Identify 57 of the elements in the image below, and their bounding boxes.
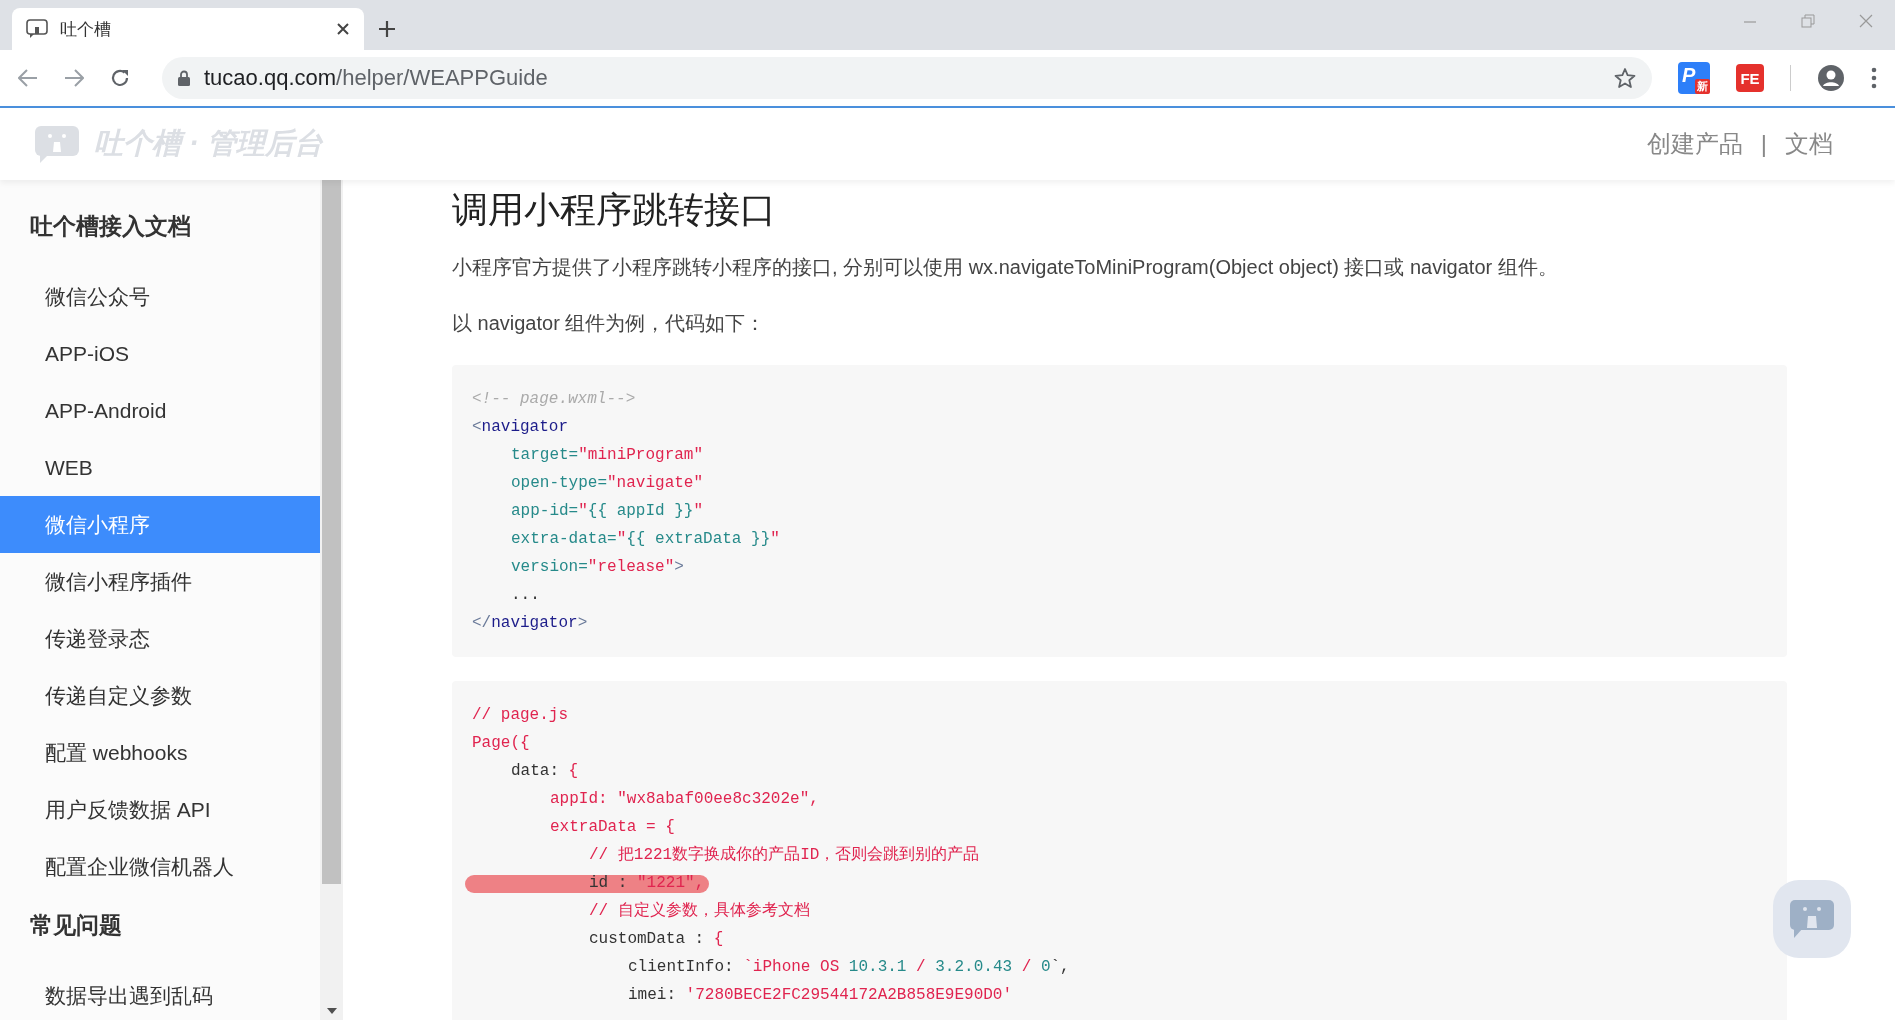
code-line: Page({ (472, 733, 531, 754)
code-line: data: { (511, 761, 580, 782)
code-line: <!-- page.wxml--> (472, 389, 637, 410)
chat-bubble-icon (26, 19, 48, 39)
sidebar-item[interactable]: 微信小程序插件 (0, 553, 320, 610)
code-line: imei: '7280BECE2FC29544172A2B858E9E90D0' (628, 985, 1014, 1006)
code-line: ... (511, 585, 541, 606)
menu-icon[interactable] (1871, 67, 1877, 89)
nav-link[interactable]: 创建产品 (1646, 128, 1743, 160)
code-line: extraData = { (550, 817, 676, 838)
plus-icon[interactable] (378, 20, 396, 38)
code-line: appId: "wx8abaf00ee8c3202e", (550, 789, 820, 810)
separator: | (1760, 130, 1767, 158)
sidebar-item[interactable]: APP-iOS (0, 325, 320, 382)
sidebar-item[interactable]: WEB (0, 439, 320, 496)
nav-link[interactable]: 文档 (1785, 128, 1833, 160)
section-title: 吐个槽接入文档 (29, 212, 192, 241)
code-line: <navigator (472, 417, 570, 438)
extension-icon[interactable]: FE (1736, 64, 1764, 92)
scroll-down-icon[interactable] (326, 1008, 337, 1014)
new-label: 新 (1695, 79, 1710, 94)
code-line: clientInfo: `iPhone OS 10.3.1 / 3.2.0.43 / 0`, (628, 957, 1071, 978)
code-line: app-id="{{ appId }}" (511, 501, 705, 522)
sidebar-item[interactable]: 配置 webhooks (0, 724, 320, 781)
code-line: </navigator> (472, 613, 589, 634)
sidebar-item[interactable]: 配置企业微信机器人 (0, 838, 320, 895)
sidebar-item[interactable]: 微信公众号 (0, 268, 320, 325)
code-line: customData : { (589, 929, 725, 950)
paragraph: 小程序官方提供了小程序跳转小程序的接口, 分别可以使用 wx.navigateToMiniProgram(Object object) 接口或 navigator 组件。 (452, 255, 1559, 280)
sidebar-item[interactable]: 用户反馈数据 API (0, 781, 320, 838)
code-line: // page.js (472, 705, 569, 726)
lock-icon (178, 70, 190, 86)
paragraph: 以 navigator 组件为例，代码如下： (452, 311, 767, 336)
code-line: target="miniProgram" (511, 445, 705, 466)
code-line: open-type="navigate" (511, 473, 705, 494)
code-line: // 自定义参数，具体参考文档 (589, 900, 811, 922)
sidebar-item[interactable]: 传递自定义参数 (0, 667, 320, 724)
section-title: 常见问题 (29, 911, 123, 940)
address-bar[interactable]: tucao.qq.com/helper/WEAPPGuide (162, 57, 1652, 99)
code-line: version="release"> (511, 557, 685, 578)
code-line: extra-data="{{ extraData }}" (511, 529, 781, 550)
browser-tab[interactable]: 吐个槽 (12, 8, 364, 50)
forward-icon[interactable] (64, 69, 84, 87)
code-line: // 把1221数字换成你的产品ID，否则会跳到别的产品 (589, 844, 981, 866)
code-line: id : "1221", (589, 869, 1767, 897)
article-title: 调用小程序跳转接口 (452, 188, 777, 232)
back-icon[interactable] (18, 69, 38, 87)
chat-bubble-icon (1788, 898, 1836, 940)
account-icon[interactable] (1817, 64, 1845, 92)
sidebar-item[interactable]: 传递登录态 (0, 610, 320, 667)
sidebar-item[interactable]: 数据导出遇到乱码 (0, 967, 320, 1020)
reload-icon[interactable] (110, 68, 130, 88)
close-icon[interactable] (336, 22, 350, 36)
sidebar-item[interactable]: APP-Android (0, 382, 320, 439)
logo-icon (34, 124, 80, 164)
star-icon[interactable] (1614, 67, 1636, 89)
scrollbar-thumb[interactable] (322, 180, 341, 884)
